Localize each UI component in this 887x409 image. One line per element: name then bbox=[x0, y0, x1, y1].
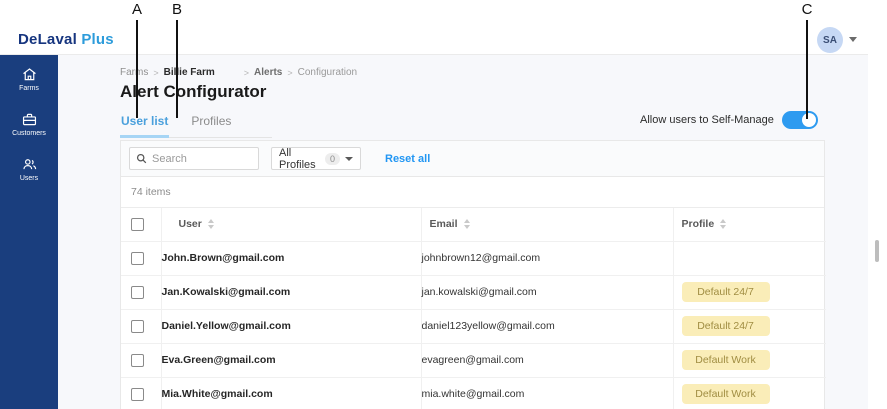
toolbar: All Profiles 0 Reset all bbox=[121, 141, 824, 177]
breadcrumb-alerts[interactable]: Alerts bbox=[254, 67, 282, 78]
page-title: Alert Configurator bbox=[120, 82, 267, 101]
search-icon bbox=[136, 153, 147, 164]
logo-primary-text: DeLaval bbox=[18, 31, 77, 48]
row-checkbox[interactable] bbox=[131, 251, 144, 265]
row-checkbox[interactable] bbox=[131, 353, 144, 367]
user-name: Daniel.Yellow@gmail.com bbox=[160, 309, 421, 343]
profiles-filter-count-badge: 0 bbox=[324, 152, 340, 165]
avatar-menu-caret-icon[interactable] bbox=[849, 37, 857, 42]
profile-badge: Default Work bbox=[681, 350, 770, 370]
row-checkbox[interactable] bbox=[131, 319, 144, 333]
column-header-email[interactable]: Email bbox=[422, 218, 673, 230]
sidebar-item-users[interactable]: Users bbox=[0, 154, 58, 184]
annotation-line-a bbox=[136, 20, 138, 118]
annotation-label-a: A bbox=[131, 1, 142, 18]
sidebar-item-customers[interactable]: Customers bbox=[0, 109, 58, 139]
self-manage-toggle[interactable] bbox=[781, 111, 818, 129]
self-manage-label: Allow users to Self-Manage bbox=[640, 114, 774, 126]
table-row: Jan.Kowalski@gmail.com jan.kowalski@gmai… bbox=[121, 275, 826, 309]
breadcrumb-configuration: Configuration bbox=[297, 67, 358, 78]
breadcrumb-separator: > bbox=[287, 67, 293, 78]
logo-accent-text: Plus bbox=[81, 31, 114, 48]
table-row: Mia.White@gmail.com mia.white@gmail.com … bbox=[121, 377, 826, 409]
breadcrumb-farms[interactable]: Farms bbox=[120, 67, 148, 78]
tab-user-list[interactable]: User list bbox=[120, 110, 170, 138]
breadcrumb-separator: > bbox=[243, 67, 250, 78]
user-name: John.Brown@gmail.com bbox=[160, 241, 421, 275]
column-header-profile[interactable]: Profile bbox=[674, 218, 827, 230]
annotation-line-c bbox=[806, 20, 808, 119]
breadcrumb: Farms > Billie Farm > Alerts > Configura… bbox=[120, 67, 357, 78]
tab-bar: User list Profiles bbox=[120, 110, 273, 138]
annotation-line-b bbox=[176, 20, 178, 118]
chevron-down-icon bbox=[345, 156, 353, 161]
column-header-label: User bbox=[178, 218, 202, 231]
column-header-user[interactable]: User bbox=[162, 218, 421, 230]
main-content: Farms > Billie Farm > Alerts > Configura… bbox=[58, 55, 868, 409]
self-manage-control: Allow users to Self-Manage bbox=[640, 111, 818, 129]
items-count: 74 items bbox=[121, 177, 824, 208]
reset-all-button[interactable]: Reset all bbox=[385, 153, 430, 165]
search-box bbox=[129, 147, 259, 170]
user-email: mia.white@gmail.com bbox=[420, 377, 673, 409]
delaval-plus-logo: DeLaval Plus bbox=[18, 31, 114, 48]
users-table: User Email Profile John.Brown@gmail.com … bbox=[121, 208, 826, 409]
sidebar-item-farms[interactable]: Farms bbox=[0, 64, 58, 94]
sort-icon bbox=[463, 219, 470, 230]
profiles-filter-label: All Profiles bbox=[279, 146, 316, 171]
select-all-checkbox[interactable] bbox=[131, 217, 144, 231]
table-row: Eva.Green@gmail.com evagreen@gmail.com D… bbox=[121, 343, 826, 377]
user-name: Mia.White@gmail.com bbox=[160, 377, 421, 409]
column-header-label: Email bbox=[429, 218, 458, 231]
sort-icon bbox=[720, 219, 727, 230]
row-checkbox[interactable] bbox=[131, 285, 144, 299]
breadcrumb-farm-name[interactable]: Billie Farm bbox=[164, 67, 215, 78]
user-email: johnbrown12@gmail.com bbox=[420, 241, 673, 275]
annotation-label-b: B bbox=[171, 1, 182, 18]
column-header-label: Profile bbox=[681, 218, 715, 231]
sidebar-item-label: Farms bbox=[19, 85, 39, 92]
row-checkbox[interactable] bbox=[131, 387, 144, 401]
avatar[interactable]: SA bbox=[817, 27, 843, 53]
farm-icon bbox=[22, 68, 36, 81]
profiles-filter-dropdown[interactable]: All Profiles 0 bbox=[271, 146, 361, 171]
annotation-label-c: C bbox=[801, 1, 813, 18]
table-row: Daniel.Yellow@gmail.com daniel123yellow@… bbox=[121, 309, 826, 343]
table-header-row: User Email Profile bbox=[121, 208, 826, 241]
user-name: Eva.Green@gmail.com bbox=[160, 343, 421, 377]
users-icon bbox=[22, 159, 36, 170]
user-name: Jan.Kowalski@gmail.com bbox=[160, 275, 421, 309]
profile-badge: Default Work bbox=[681, 384, 770, 405]
search-input[interactable] bbox=[152, 152, 252, 165]
user-list-panel: All Profiles 0 Reset all 74 items User bbox=[120, 140, 826, 409]
user-email: daniel123yellow@gmail.com bbox=[420, 309, 673, 343]
user-email: jan.kowalski@gmail.com bbox=[420, 275, 673, 309]
profile-badge: Default 24/7 bbox=[681, 316, 770, 336]
sidebar: Farms Customers Users bbox=[0, 55, 58, 409]
sort-icon bbox=[207, 219, 214, 230]
sidebar-item-label: Users bbox=[19, 175, 39, 182]
tab-profiles[interactable]: Profiles bbox=[190, 110, 232, 137]
sidebar-item-label: Customers bbox=[12, 130, 46, 137]
breadcrumb-separator: > bbox=[153, 67, 159, 78]
profile-badge: Default 24/7 bbox=[681, 282, 770, 302]
briefcase-icon bbox=[22, 113, 36, 126]
vertical-scrollbar[interactable] bbox=[875, 240, 879, 262]
toggle-knob bbox=[801, 113, 816, 127]
user-email: evagreen@gmail.com bbox=[420, 343, 673, 377]
table-row: John.Brown@gmail.com johnbrown12@gmail.c… bbox=[121, 241, 826, 275]
right-gutter bbox=[868, 0, 887, 409]
